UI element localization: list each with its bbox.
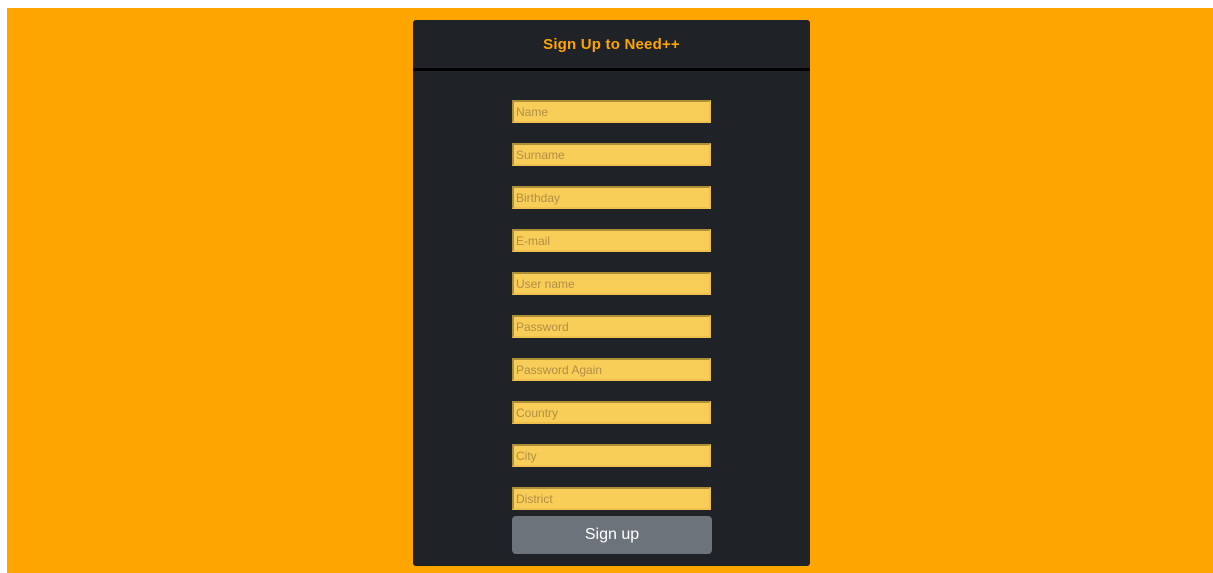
card-header: Sign Up to Need++: [413, 20, 810, 71]
password-field[interactable]: [512, 315, 711, 338]
signup-card: Sign Up to Need++ Sign up: [413, 20, 810, 566]
district-field[interactable]: [512, 487, 711, 510]
email-field[interactable]: [512, 229, 711, 252]
page-background: Sign Up to Need++ Sign up: [7, 8, 1213, 573]
surname-field[interactable]: [512, 143, 711, 166]
sign-up-button[interactable]: Sign up: [512, 516, 712, 554]
name-field[interactable]: [512, 100, 711, 123]
password-again-field[interactable]: [512, 358, 711, 381]
country-field[interactable]: [512, 401, 711, 424]
page-title: Sign Up to Need++: [543, 35, 680, 53]
city-field[interactable]: [512, 444, 711, 467]
birthday-field[interactable]: [512, 186, 711, 209]
username-field[interactable]: [512, 272, 711, 295]
